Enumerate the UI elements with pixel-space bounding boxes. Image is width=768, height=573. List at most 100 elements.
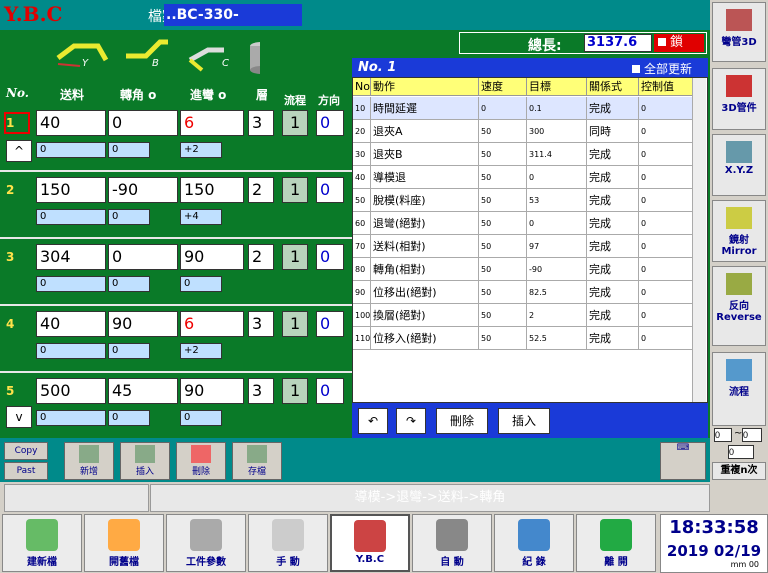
undo-icon[interactable]: ↶ bbox=[358, 408, 388, 434]
rotation-input[interactable]: 0 bbox=[108, 244, 178, 270]
flow-input[interactable]: 1 bbox=[282, 378, 308, 404]
right-button-4[interactable]: 反向 Reverse bbox=[712, 266, 766, 346]
right-button-2[interactable]: X.Y.Z bbox=[712, 134, 766, 196]
table-row[interactable]: 80 轉角(相對) 50 -90 完成 0 bbox=[353, 258, 693, 281]
rotation-offset-input[interactable]: 0 bbox=[108, 276, 150, 292]
nav-button-5[interactable]: 自 動 bbox=[412, 514, 492, 572]
feed-offset-input[interactable]: 0 bbox=[36, 142, 106, 158]
edit-button-0[interactable]: 新增 bbox=[64, 442, 114, 480]
layer-input[interactable]: 3 bbox=[248, 311, 274, 337]
rotation-input[interactable]: 90 bbox=[108, 311, 178, 337]
right-button-label: 反向 Reverse bbox=[716, 301, 762, 323]
feed-input[interactable]: 304 bbox=[36, 244, 106, 270]
file-name-field[interactable]: ..BC-330-19.1X865 bbox=[164, 4, 302, 45]
direction-input[interactable]: 0 bbox=[316, 311, 344, 337]
table-row[interactable]: 110 位移入(絕對) 50 52.5 完成 0 bbox=[353, 327, 693, 350]
right-button-0[interactable]: 彎管3D bbox=[712, 2, 766, 62]
redo-icon[interactable]: ↷ bbox=[396, 408, 426, 434]
table-row[interactable]: 30 退夾B 50 311.4 完成 0 bbox=[353, 143, 693, 166]
bend-input[interactable]: 6 bbox=[180, 110, 244, 136]
rotation-input[interactable]: 0 bbox=[108, 110, 178, 136]
feed-offset-input[interactable]: 0 bbox=[36, 276, 106, 292]
bend-offset-input[interactable]: 0 bbox=[180, 410, 222, 426]
flow-input[interactable]: 1 bbox=[282, 110, 308, 136]
right-button-5[interactable]: 流程 bbox=[712, 352, 766, 426]
nav-button-2[interactable]: 工件參數 bbox=[166, 514, 246, 572]
table-row[interactable]: 50 脫模(料座) 50 53 完成 0 bbox=[353, 189, 693, 212]
rotation-offset-input[interactable]: 0 bbox=[108, 209, 150, 225]
table-row[interactable]: 60 退彎(絕對) 50 0 完成 0 bbox=[353, 212, 693, 235]
delete-step-button[interactable]: 刪除 bbox=[436, 408, 488, 434]
layer-input[interactable]: 3 bbox=[248, 378, 274, 404]
bend-input[interactable]: 6 bbox=[180, 311, 244, 337]
table-row[interactable]: 40 導模退 50 0 完成 0 bbox=[353, 166, 693, 189]
bend-offset-input[interactable]: +4 bbox=[180, 209, 222, 225]
row-number: 3 bbox=[6, 250, 15, 264]
edit-button-3[interactable]: 存檔 bbox=[232, 442, 282, 480]
direction-input[interactable]: 0 bbox=[316, 110, 344, 136]
repeat-count-input[interactable] bbox=[728, 445, 754, 459]
nav-button-3[interactable]: 手 動 bbox=[248, 514, 328, 572]
bend-offset-input[interactable]: +2 bbox=[180, 343, 222, 359]
lock-toggle[interactable]: 鎖 bbox=[654, 34, 704, 52]
repeat-from-input[interactable] bbox=[714, 428, 732, 442]
feed-offset-input[interactable]: 0 bbox=[36, 410, 106, 426]
table-row[interactable]: 90 位移出(絕對) 50 82.5 完成 0 bbox=[353, 281, 693, 304]
table-row[interactable]: 10 時間延遲 0 0.1 完成 0 bbox=[353, 97, 693, 120]
flow-input[interactable]: 1 bbox=[282, 311, 308, 337]
scroll-up-button[interactable]: ^ bbox=[6, 140, 32, 162]
right-button-1[interactable]: 3D管件 bbox=[712, 68, 766, 130]
flow-input[interactable]: 1 bbox=[282, 244, 308, 270]
layer-input[interactable]: 2 bbox=[248, 244, 274, 270]
feed-offset-input[interactable]: 0 bbox=[36, 343, 106, 359]
bend-offset-input[interactable]: 0 bbox=[180, 276, 222, 292]
layer-input[interactable]: 2 bbox=[248, 177, 274, 203]
feed-input[interactable]: 150 bbox=[36, 177, 106, 203]
feed-input[interactable]: 40 bbox=[36, 110, 106, 136]
table-row[interactable]: 20 退夾A 50 300 同時 0 bbox=[353, 120, 693, 143]
feed-input[interactable]: 500 bbox=[36, 378, 106, 404]
repeat-n-button[interactable]: 重複n次 bbox=[712, 462, 766, 480]
bend-input[interactable]: 150 bbox=[180, 177, 244, 203]
table-cell: 50 bbox=[479, 327, 527, 350]
table-cell: 50 bbox=[479, 258, 527, 281]
feed-offset-input[interactable]: 0 bbox=[36, 209, 106, 225]
edit-button-label: 插入 bbox=[135, 467, 154, 477]
direction-input[interactable]: 0 bbox=[316, 177, 344, 203]
nav-button-4[interactable]: Y.B.C bbox=[330, 514, 410, 572]
copy-button[interactable]: Copy bbox=[4, 442, 48, 460]
right-button-3[interactable]: 鏡射 Mirror bbox=[712, 200, 766, 262]
rotation-offset-input[interactable]: 0 bbox=[108, 410, 150, 426]
bend-offset-input[interactable]: +2 bbox=[180, 142, 222, 158]
keyboard-icon[interactable]: ⌨ bbox=[660, 442, 706, 480]
scroll-down-button[interactable]: v bbox=[6, 406, 32, 428]
repeat-to-input[interactable] bbox=[742, 428, 762, 442]
rotation-input[interactable]: -90 bbox=[108, 177, 178, 203]
bend-input[interactable]: 90 bbox=[180, 378, 244, 404]
lock-checkbox[interactable] bbox=[658, 38, 666, 46]
feed-input[interactable]: 40 bbox=[36, 311, 106, 337]
update-all-checkbox[interactable] bbox=[632, 65, 640, 73]
direction-input[interactable]: 0 bbox=[316, 244, 344, 270]
nav-button-0[interactable]: 建新檔 bbox=[2, 514, 82, 572]
table-row[interactable]: 100 換層(絕對) 50 2 完成 0 bbox=[353, 304, 693, 327]
nav-button-6[interactable]: 紀 錄 bbox=[494, 514, 574, 572]
direction-input[interactable]: 0 bbox=[316, 378, 344, 404]
nav-button-1[interactable]: 開舊檔 bbox=[84, 514, 164, 572]
table-row[interactable]: 70 送料(相對) 50 97 完成 0 bbox=[353, 235, 693, 258]
open-file-icon bbox=[108, 519, 140, 551]
edit-button-2[interactable]: 刪除 bbox=[176, 442, 226, 480]
table-scrollbar[interactable] bbox=[692, 78, 706, 402]
layer-input[interactable]: 3 bbox=[248, 110, 274, 136]
edit-button-1[interactable]: 插入 bbox=[120, 442, 170, 480]
table-cell: 80 bbox=[353, 258, 371, 281]
update-all-toggle[interactable]: 全部更新 bbox=[632, 60, 692, 77]
rotation-offset-input[interactable]: 0 bbox=[108, 343, 150, 359]
paste-button[interactable]: Past bbox=[4, 462, 48, 480]
rotation-offset-input[interactable]: 0 bbox=[108, 142, 150, 158]
nav-button-7[interactable]: 離 開 bbox=[576, 514, 656, 572]
rotation-input[interactable]: 45 bbox=[108, 378, 178, 404]
insert-step-button[interactable]: 插入 bbox=[498, 408, 550, 434]
bend-input[interactable]: 90 bbox=[180, 244, 244, 270]
flow-input[interactable]: 1 bbox=[282, 177, 308, 203]
